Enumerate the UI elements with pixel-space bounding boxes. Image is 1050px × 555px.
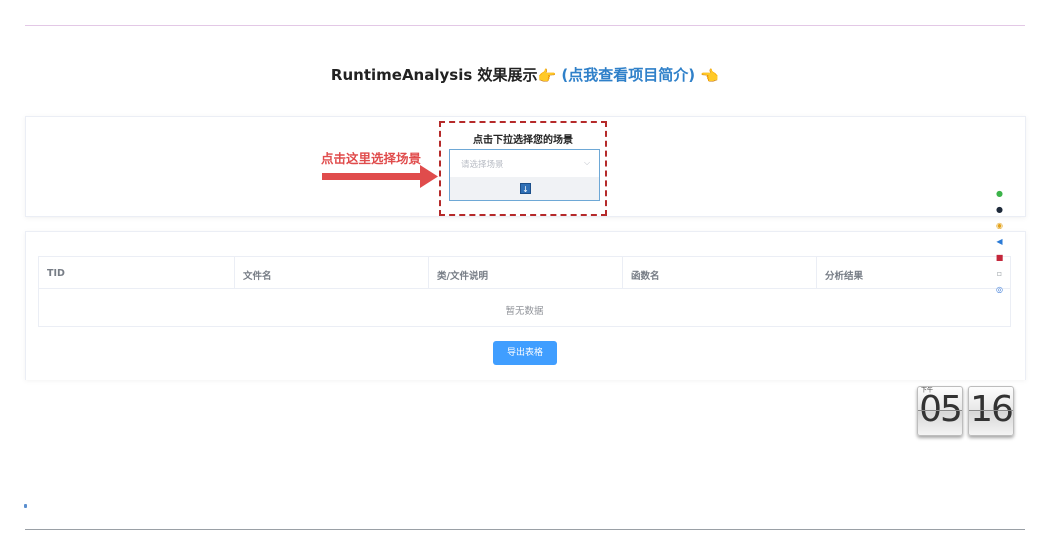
- column-divider: [816, 257, 817, 288]
- clock-minute: 16: [968, 386, 1014, 436]
- clock-hour: 下午 05: [917, 386, 963, 436]
- clock-ampm: 下午: [921, 387, 934, 394]
- network-icon[interactable]: ◎: [995, 285, 1004, 294]
- table-empty-text: 暂无数据: [505, 306, 544, 317]
- image-icon[interactable]: ▫: [995, 269, 1004, 278]
- column-header-analysis-result[interactable]: 分析结果: [825, 268, 863, 282]
- scene-picker-toolbar: ↓: [450, 177, 599, 200]
- column-header-tid[interactable]: TID: [47, 268, 65, 279]
- column-header-function-name[interactable]: 函数名: [631, 268, 660, 282]
- scene-picker-panel: 请选择场景 ⌵ ↓: [449, 149, 600, 201]
- column-header-class-description[interactable]: 类/文件说明: [437, 268, 488, 282]
- column-divider: [622, 257, 623, 288]
- system-tray: ● ● ◉ ◀ ■ ▫ ◎: [992, 189, 1006, 301]
- loading-dot: [24, 504, 27, 508]
- hand-pointing-right-icon: 👉: [537, 67, 557, 85]
- clock-divider: [918, 410, 962, 411]
- scene-select[interactable]: 请选择场景 ⌵: [450, 150, 599, 177]
- top-divider: [25, 25, 1025, 26]
- scene-select-placeholder: 请选择场景: [461, 160, 504, 170]
- bottom-divider: [25, 529, 1025, 530]
- chrome-icon[interactable]: ◉: [995, 221, 1004, 230]
- project-intro-link[interactable]: (点我查看项目简介): [561, 66, 695, 84]
- results-table: TID 文件名 类/文件说明 函数名 分析结果 暂无数据: [38, 256, 1011, 327]
- table-header: TID 文件名 类/文件说明 函数名 分析结果: [39, 257, 1010, 289]
- title-text: RuntimeAnalysis 效果展示: [330, 66, 538, 84]
- download-icon[interactable]: ↓: [520, 183, 531, 194]
- column-divider: [428, 257, 429, 288]
- page-title: RuntimeAnalysis 效果展示👉 (点我查看项目简介) 👈: [0, 64, 1050, 85]
- column-divider: [234, 257, 235, 288]
- scene-picker-label: 点击下拉选择您的场景: [473, 135, 573, 146]
- mail-icon[interactable]: ●: [995, 205, 1004, 214]
- vscode-icon[interactable]: ◀: [995, 237, 1004, 246]
- export-table-button[interactable]: 导出表格: [493, 341, 557, 365]
- column-header-filename[interactable]: 文件名: [243, 268, 272, 282]
- arrow-right-icon: [322, 165, 438, 188]
- hand-pointing-left-icon: 👈: [700, 67, 720, 85]
- chevron-down-icon: ⌵: [584, 158, 591, 167]
- clock-divider: [969, 410, 1013, 411]
- wechat-icon[interactable]: ●: [995, 189, 1004, 198]
- app-icon[interactable]: ■: [995, 253, 1004, 262]
